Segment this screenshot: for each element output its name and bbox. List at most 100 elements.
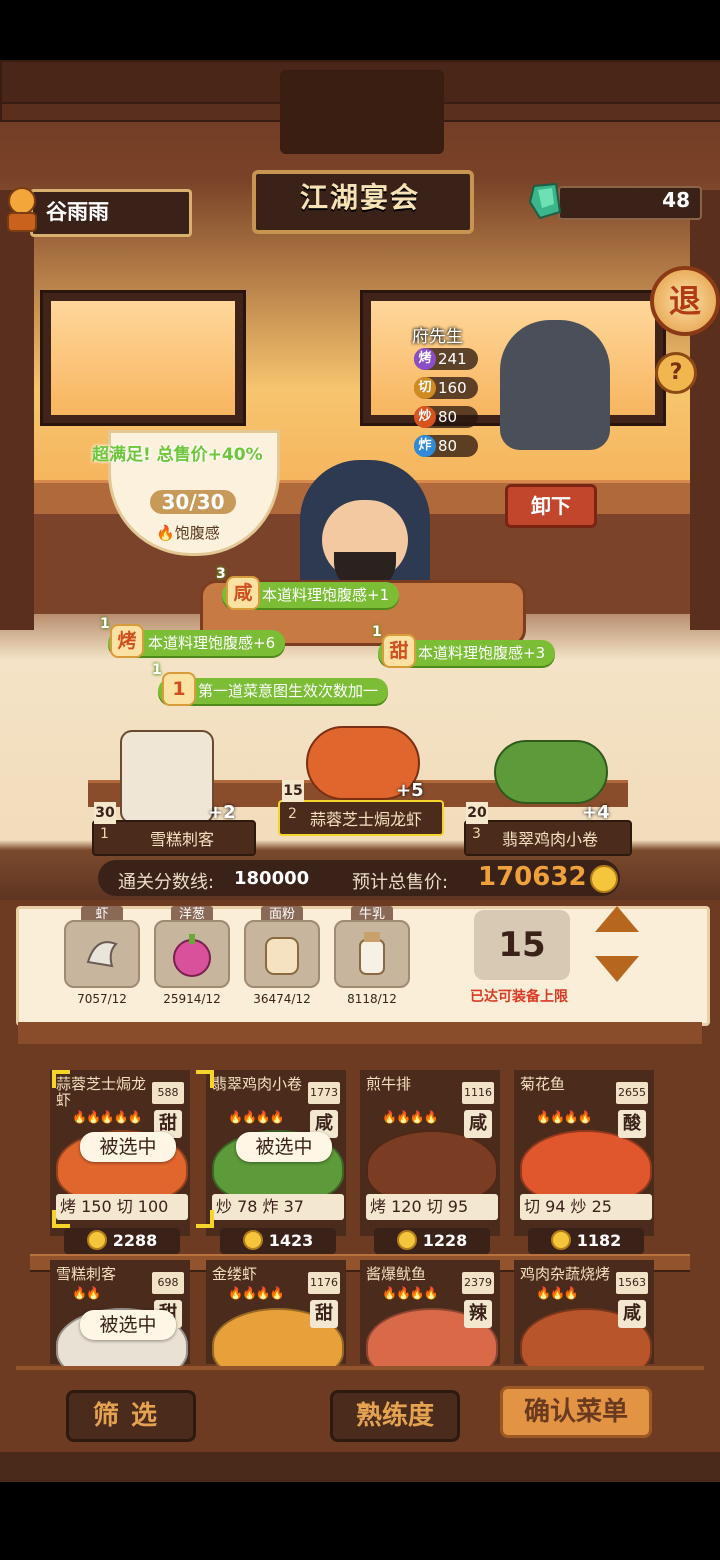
slot-count: 20: [466, 802, 488, 824]
dish-name: 金缕虾: [212, 1265, 258, 1283]
chef-stat-value: 80: [438, 437, 458, 455]
ingredient-count: 7057/12: [77, 992, 127, 1006]
total-price-value: 170632: [478, 862, 587, 892]
pillar-left: [0, 190, 34, 630]
effect-icon-sweet: 甜: [382, 634, 416, 668]
dish-card[interactable]: 雪糕刺客🔥🔥698甜被选中: [50, 1260, 190, 1382]
selection-corner: [196, 1070, 214, 1088]
shrimp-icon: [64, 920, 140, 988]
slot-dish-image-3: [494, 740, 608, 804]
dish-card[interactable]: 金缕虾 🔥🔥🔥🔥 1176 甜: [206, 1260, 346, 1382]
chef-stat-row: 炸 80: [414, 435, 478, 457]
unload-button[interactable]: 卸下: [505, 484, 597, 528]
dish-image: [520, 1130, 652, 1204]
slot-dish-name: 翡翠鸡肉小卷: [502, 830, 599, 849]
effect-level: 1: [372, 624, 382, 640]
chef-stat-badge: 炸: [414, 435, 436, 457]
fire-icon: 🔥: [156, 524, 175, 542]
threshold-value: 180000: [234, 868, 310, 889]
dish-price-value: 1228: [422, 1231, 468, 1250]
dish-satiety: 1563: [616, 1272, 648, 1294]
effect-icon-first: 1: [162, 672, 196, 706]
satiety-label: 🔥饱腹感: [156, 522, 220, 543]
gem-count: 48: [662, 188, 690, 212]
exit-button[interactable]: 退: [650, 266, 720, 336]
dish-satiety: 1116: [462, 1082, 494, 1104]
dish-flavor: 甜: [310, 1300, 338, 1328]
filter-button[interactable]: 筛选: [66, 1390, 196, 1442]
chef-stat-row: 烤 241: [414, 348, 478, 370]
dish-satiety: 2655: [616, 1082, 648, 1104]
selection-corner: [196, 1210, 214, 1228]
dish-card[interactable]: 煎牛排 🔥🔥🔥🔥 1116 咸烤 120 切 95: [360, 1070, 500, 1236]
dish-price: 1182: [528, 1228, 644, 1254]
effect-level: 1: [100, 616, 110, 632]
chef-name: 府先生: [412, 327, 463, 347]
dish-card[interactable]: 鸡肉杂蔬烧烤 🔥🔥🔥 1563 咸: [514, 1260, 654, 1382]
dish-price-value: 1423: [268, 1231, 314, 1250]
threshold-label: 通关分数线:: [118, 872, 215, 893]
selection-corner: [52, 1210, 70, 1228]
dish-stars: 🔥🔥🔥🔥: [228, 1286, 285, 1300]
slot-dish-name: 蒜蓉芝士焗龙虾: [310, 810, 423, 829]
dish-flavor: 咸: [618, 1300, 646, 1328]
selected-badge: 被选中: [80, 1132, 176, 1162]
dish-card[interactable]: 酱爆鱿鱼 🔥🔥🔥🔥 2379 辣: [360, 1260, 500, 1382]
chef-stat-badge: 烤: [414, 348, 436, 370]
slot-count: 30: [94, 802, 116, 824]
selection-corner: [52, 1070, 70, 1088]
dish-flavor: 酸: [618, 1110, 646, 1138]
dish-price: 1228: [374, 1228, 490, 1254]
dish-stars: 🔥🔥🔥🔥: [228, 1110, 285, 1124]
dish-name: 鸡肉杂蔬烧烤: [520, 1265, 611, 1283]
dish-stars: 🔥🔥🔥: [536, 1286, 579, 1300]
dish-card[interactable]: 翡翠鸡肉小卷 🔥🔥🔥🔥 1773 咸被选中炒 78 炸 37: [206, 1070, 346, 1236]
dish-image: [366, 1130, 498, 1204]
dish-card[interactable]: 蒜蓉芝士焗龙虾 🔥🔥🔥🔥🔥 588 甜被选中烤 150 切 100: [50, 1070, 190, 1236]
help-button[interactable]: ?: [655, 352, 697, 394]
dish-price: 1423: [220, 1228, 336, 1254]
increase-arrow-icon[interactable]: [595, 906, 639, 932]
dish-satiety: 1176: [308, 1272, 340, 1294]
dish-name: 雪糕刺客: [56, 1265, 117, 1283]
dish-price-value: 2288: [112, 1231, 158, 1250]
effect-text: 第一道菜意图生效次数加一: [198, 682, 379, 700]
dish-stars: 🔥🔥🔥🔥🔥: [72, 1110, 143, 1124]
dish-name: 蒜蓉芝士焗龙虾: [56, 1075, 147, 1109]
ingredient-shrimp[interactable]: 虾 7057/12: [64, 906, 140, 1006]
chef-stat-value: 80: [438, 408, 458, 426]
effect-text: 本道料理饱腹感+3: [418, 644, 546, 662]
ingredient-milk[interactable]: 牛乳 8118/12: [334, 906, 410, 1006]
slot-bonus: +4: [582, 802, 610, 823]
total-price-label: 预计总售价:: [352, 872, 449, 893]
dish-satiety: 1773: [308, 1082, 340, 1104]
coin-icon: [86, 1230, 107, 1250]
page-title: 江湖宴会: [299, 181, 420, 214]
pillar-right: [690, 190, 720, 630]
effect-level: 1: [152, 662, 162, 678]
coin-icon: [396, 1230, 417, 1250]
ingredient-flour[interactable]: 面粉 36474/12: [244, 906, 320, 1006]
satiety-count: 30/30: [150, 490, 236, 514]
ingredient-onion[interactable]: 洋葱 25914/12: [154, 906, 230, 1006]
dish-card[interactable]: 菊花鱼 🔥🔥🔥🔥 2655 酸切 94 炒 25: [514, 1070, 654, 1236]
selected-badge: 被选中: [236, 1132, 332, 1162]
confirm-menu-button[interactable]: 确认菜单: [500, 1386, 652, 1438]
player-avatar-icon[interactable]: [2, 185, 42, 233]
dish-satiety: 698: [152, 1272, 184, 1294]
dish-stars: 🔥🔥🔥🔥: [382, 1286, 439, 1300]
dish-price: 2288: [64, 1228, 180, 1254]
slot-dish-name: 雪糕刺客: [150, 830, 215, 849]
dish-stars: 🔥🔥🔥🔥: [382, 1110, 439, 1124]
satiety-bonus-text: 超满足! 总售价+40%: [92, 445, 263, 465]
panel-footer: [0, 1452, 720, 1482]
decrease-arrow-icon[interactable]: [595, 956, 639, 982]
dish-stars: 🔥🔥🔥🔥: [536, 1110, 593, 1124]
dish-cook-stats: 烤 150 切 100: [56, 1194, 188, 1220]
gem-icon: [528, 182, 562, 220]
dish-name: 煎牛排: [366, 1075, 412, 1093]
dish-name: 菊花鱼: [520, 1075, 566, 1093]
ingredient-count: 25914/12: [163, 992, 221, 1006]
chef-stat-value: 241: [438, 350, 467, 368]
proficiency-button[interactable]: 熟练度: [330, 1390, 460, 1442]
